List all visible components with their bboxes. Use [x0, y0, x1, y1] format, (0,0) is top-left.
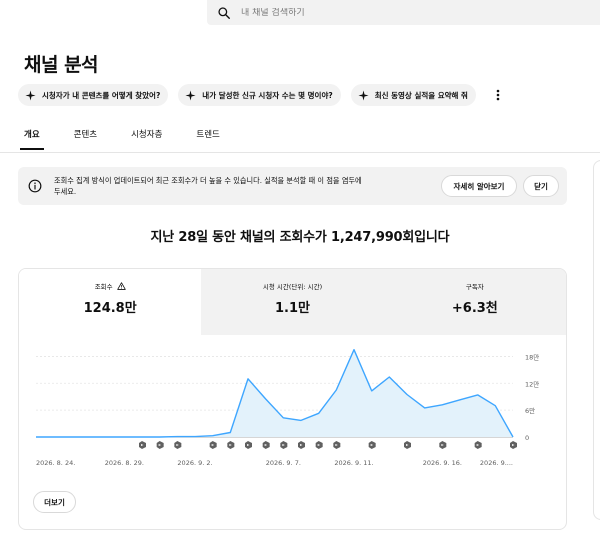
metric-subscribers[interactable]: 구독자 +6.3천 — [383, 269, 566, 335]
search-bar[interactable] — [207, 0, 600, 25]
metric-label: 구독자 — [466, 281, 484, 291]
search-input[interactable] — [241, 7, 541, 18]
y-tick-label: 0 — [525, 434, 529, 442]
video-published-icon — [333, 441, 341, 449]
video-published-icon — [262, 441, 270, 449]
kebab-menu-icon — [496, 89, 500, 101]
x-tick-label: 2026. 8. 24. — [36, 459, 75, 467]
metrics-card: 조회수 124.8만 시청 시간(단위: 시간) 1.1만 구독자 +6.3천 … — [18, 268, 567, 530]
sparkle-icon — [358, 89, 369, 101]
banner-text: 조회수 집계 방식이 업데이트되어 최근 조회수가 더 높을 수 있습니다. 실… — [54, 175, 429, 197]
metric-views-value: 124.8만 — [83, 301, 137, 316]
video-published-icon — [245, 441, 252, 449]
metric-views[interactable]: 조회수 124.8만 — [19, 269, 202, 335]
video-published-icon — [209, 441, 217, 449]
more-options-button[interactable] — [490, 84, 506, 106]
metric-watch-time[interactable]: 시청 시간(단위: 시간) 1.1만 — [201, 269, 384, 335]
video-published-icon — [474, 441, 482, 449]
video-published-icon — [174, 441, 182, 449]
views-area — [36, 349, 513, 437]
tab-overview[interactable]: 개요 — [20, 128, 44, 150]
dismiss-button[interactable]: 닫기 — [523, 175, 559, 197]
tab-content[interactable]: 콘텐츠 — [74, 128, 97, 150]
y-tick-label: 6만 — [525, 406, 535, 415]
video-published-icon — [139, 441, 146, 449]
metric-tabs: 조회수 124.8만 시청 시간(단위: 시간) 1.1만 구독자 +6.3천 — [19, 269, 566, 335]
video-published-icon — [156, 441, 164, 449]
metric-subscribers-value: +6.3천 — [451, 301, 498, 316]
sparkle-icon — [25, 89, 36, 101]
video-published-icon — [439, 441, 447, 449]
video-published-icon — [510, 441, 517, 449]
x-tick-label: 2026. 9. 2. — [177, 459, 212, 467]
metric-subscribers-label: 구독자 — [465, 283, 484, 291]
chip-label: 내가 달성한 신규 시청자 수는 몇 명이야? — [202, 90, 333, 100]
x-tick-label: 2026. 8. 29. — [105, 459, 144, 467]
video-published-icon — [227, 441, 235, 449]
sparkle-icon — [185, 89, 196, 101]
x-tick-label: 2026. 9. 7. — [266, 459, 301, 467]
video-published-icon — [298, 441, 305, 449]
metric-watch-time-value: 1.1만 — [274, 301, 310, 316]
y-tick-label: 12만 — [525, 379, 539, 388]
chip-label: 시청자가 내 콘텐츠를 어떻게 찾았어? — [42, 90, 161, 100]
banner-text-line2: 두세요. — [54, 187, 77, 196]
side-panel — [593, 160, 600, 520]
warning-icon — [116, 282, 126, 290]
tabs-divider — [0, 152, 600, 153]
tab-audience[interactable]: 시청자층 — [131, 128, 162, 150]
chip-new-viewers[interactable]: 내가 달성한 신규 시청자 수는 몇 명이야? — [178, 84, 341, 106]
info-banner: 조회수 집계 방식이 업데이트되어 최근 조회수가 더 높을 수 있습니다. 실… — [18, 167, 567, 205]
search-icon[interactable] — [217, 6, 231, 20]
info-icon — [28, 179, 42, 193]
views-headline: 지난 28일 동안 채널의 조회수가 1,247,990회입니다 — [150, 230, 450, 245]
metric-views-label: 조회수 — [94, 283, 113, 291]
chip-how-found[interactable]: 시청자가 내 콘텐츠를 어떻게 찾았어? — [18, 84, 169, 106]
x-tick-label: 2026. 9.... — [480, 459, 513, 467]
chip-label: 최신 동영상 실적을 요약해 줘 — [374, 90, 468, 100]
suggestion-chips: 시청자가 내 콘텐츠를 어떻게 찾았어? 내가 달성한 신규 시청자 수는 몇 … — [18, 84, 506, 106]
views-chart: 0 6만 12만 18만 2026. 8. 24. 2026. 8. 29. 2026. 9… — [36, 349, 539, 467]
x-tick-label: 2026. 9. 16. — [423, 459, 462, 467]
metric-label: 시청 시간(단위: 시간) — [263, 281, 322, 291]
analytics-tabs: 개요 콘텐츠 시청자층 트렌드 — [20, 128, 254, 150]
see-more-button[interactable]: 더보기 — [33, 491, 76, 513]
banner-text-line1: 조회수 집계 방식이 업데이트되어 최근 조회수가 더 높을 수 있습니다. 실… — [54, 176, 362, 185]
y-tick-label: 18만 — [525, 352, 539, 361]
metric-watch-time-label: 시청 시간(단위: 시간) — [262, 283, 323, 291]
video-published-icon — [315, 441, 323, 449]
x-tick-label: 2026. 9. 11. — [334, 459, 373, 467]
video-published-icon — [404, 441, 411, 449]
video-published-icon — [368, 441, 376, 449]
video-published-icon — [280, 441, 288, 449]
chip-latest-video[interactable]: 최신 동영상 실적을 요약해 줘 — [350, 84, 476, 106]
tab-trends[interactable]: 트렌드 — [196, 128, 219, 150]
page-title: 채널 분석 — [24, 54, 99, 76]
learn-more-button[interactable]: 자세히 알아보기 — [441, 175, 517, 197]
metric-label: 조회수 — [95, 281, 126, 291]
